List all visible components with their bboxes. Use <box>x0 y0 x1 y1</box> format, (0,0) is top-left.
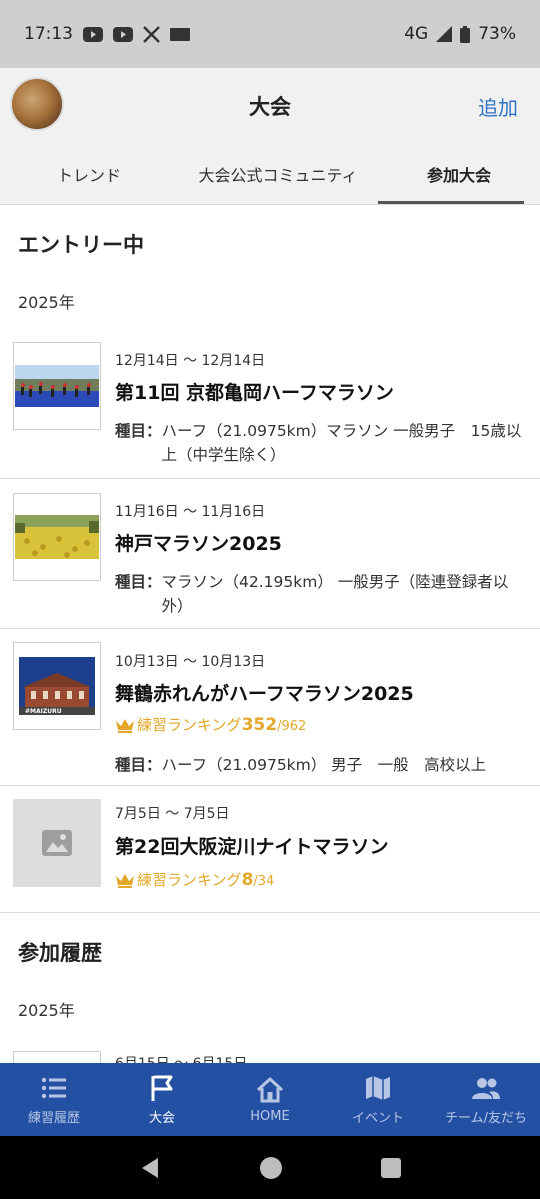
youtube-icon <box>83 26 103 42</box>
list-icon <box>41 1077 66 1099</box>
system-navigation-bar <box>0 1136 540 1199</box>
home-icon <box>256 1077 284 1103</box>
status-bar: 17:13 4G 73% <box>0 0 540 68</box>
tab-bar: トレンド 大会公式コミュニティ 参加大会 <box>0 144 540 205</box>
nav-practice-history[interactable]: 練習履歴 <box>0 1063 108 1136</box>
race-item-kameoka[interactable]: 12月14日 〜 12月14日 第11回 京都亀岡ハーフマラソン 種目： ハーフ… <box>0 327 540 478</box>
nav-label: HOME <box>250 1109 290 1124</box>
race-item-yodogawa[interactable]: 7月5日 〜 7月5日 第22回大阪淀川ナイトマラソン 練習ランキング 8 /3… <box>0 785 540 912</box>
tab-participating-races[interactable]: 参加大会 <box>378 144 540 204</box>
race-list[interactable]: エントリー中 2025年 12月14日 〜 12月14日 第11回 京都亀岡ハー… <box>0 205 540 1063</box>
race-category: 種目： ハーフ（21.0975km）マラソン 一般男子 15歳以上（中学生除く） <box>115 419 525 467</box>
race-name: 第11回 京都亀岡ハーフマラソン <box>115 382 394 404</box>
crown-icon <box>116 718 134 733</box>
tab-trend[interactable]: トレンド <box>0 144 178 204</box>
race-date: 6月15日 〜 6月15日 <box>115 1053 247 1063</box>
history-year-label: 2025年 <box>18 1001 75 1020</box>
youtube-icon <box>113 26 133 42</box>
race-item-maizuru[interactable]: #MAIZURU 10月13日 〜 10月13日 舞鶴赤れんがハーフマラソン20… <box>0 628 540 785</box>
race-category: 種目： ハーフ（21.0975km） 男子 一般 高校以上 <box>115 753 525 777</box>
add-button[interactable]: 追加 <box>478 92 518 121</box>
bottom-navigation: 練習履歴 大会 HOME イベント チーム/友だち <box>0 1063 540 1136</box>
race-date: 12月14日 〜 12月14日 <box>115 353 266 369</box>
category-label: 種目： <box>115 756 162 774</box>
divider <box>0 912 540 913</box>
battery-icon <box>460 25 471 43</box>
nav-label: イベント <box>351 1111 404 1126</box>
back-icon[interactable] <box>138 1156 162 1180</box>
message-icon <box>170 27 190 41</box>
race-thumbnail-placeholder <box>13 799 101 887</box>
photo-caption: #MAIZURU <box>25 708 62 715</box>
ranking-total: /962 <box>277 719 307 734</box>
nav-team-friends[interactable]: チーム/友だち <box>432 1063 540 1136</box>
category-value: ハーフ（21.0975km）マラソン 一般男子 15歳以上（中学生除く） <box>161 422 522 464</box>
category-value: マラソン（42.195km） 一般男子（陸連登録者以外） <box>161 573 509 615</box>
status-time: 17:13 <box>24 24 73 44</box>
category-label: 種目： <box>115 573 162 591</box>
network-label: 4G <box>404 24 429 44</box>
avatar[interactable] <box>10 77 64 131</box>
race-item-kobe[interactable]: 11月16日 〜 11月16日 神戸マラソン2025 種目： マラソン（42.1… <box>0 478 540 628</box>
practice-ranking[interactable]: 練習ランキング 352 /962 <box>115 714 306 735</box>
race-date: 7月5日 〜 7月5日 <box>115 806 230 822</box>
flag-icon <box>151 1075 173 1101</box>
app-header: 大会 追加 <box>0 68 540 144</box>
race-photo-crowd <box>15 515 99 559</box>
nav-label: 練習履歴 <box>27 1111 80 1126</box>
page-title: 大会 <box>249 95 291 119</box>
nav-events[interactable]: イベント <box>324 1063 432 1136</box>
race-thumbnail: #MAIZURU <box>13 642 101 730</box>
race-name: 舞鶴赤れんがハーフマラソン2025 <box>115 683 414 705</box>
race-date: 10月13日 〜 10月13日 <box>115 654 266 670</box>
category-label: 種目： <box>115 422 162 440</box>
race-photo-runners <box>15 365 99 407</box>
signal-icon <box>436 26 453 42</box>
race-name: 神戸マラソン2025 <box>115 533 282 555</box>
recents-icon[interactable] <box>380 1157 402 1179</box>
crown-icon <box>116 873 134 888</box>
home-button-icon[interactable] <box>259 1156 283 1180</box>
race-category: 種目： マラソン（42.195km） 一般男子（陸連登録者以外） <box>115 570 525 618</box>
ranking-rank: 8 <box>241 870 254 890</box>
entry-section-title: エントリー中 <box>18 233 144 257</box>
practice-ranking[interactable]: 練習ランキング 8 /34 <box>115 869 274 890</box>
category-value: ハーフ（21.0975km） 男子 一般 高校以上 <box>161 756 487 774</box>
nav-label: チーム/友だち <box>445 1111 527 1126</box>
nav-home[interactable]: HOME <box>216 1063 324 1136</box>
tab-official-community[interactable]: 大会公式コミュニティ <box>178 144 378 204</box>
nav-races[interactable]: 大会 <box>108 1063 216 1136</box>
race-thumbnail <box>13 1051 101 1063</box>
ranking-rank: 352 <box>241 715 278 735</box>
people-icon <box>472 1078 500 1099</box>
battery-percent: 73% <box>478 24 516 44</box>
race-name: 第22回大阪淀川ナイトマラソン <box>115 836 389 858</box>
race-photo-brick-building: #MAIZURU <box>19 657 95 715</box>
history-section-title: 参加履歴 <box>18 941 102 965</box>
nav-label: 大会 <box>148 1111 175 1126</box>
race-thumbnail <box>13 342 101 430</box>
ranking-label: 練習ランキング <box>137 716 242 734</box>
race-thumbnail <box>13 493 101 581</box>
entry-year-label: 2025年 <box>18 293 75 312</box>
x-logo-icon <box>143 25 160 43</box>
map-icon <box>366 1076 390 1100</box>
ranking-label: 練習ランキング <box>137 871 242 889</box>
image-placeholder-icon <box>42 830 72 856</box>
race-date: 11月16日 〜 11月16日 <box>115 504 266 520</box>
ranking-total: /34 <box>253 874 275 889</box>
